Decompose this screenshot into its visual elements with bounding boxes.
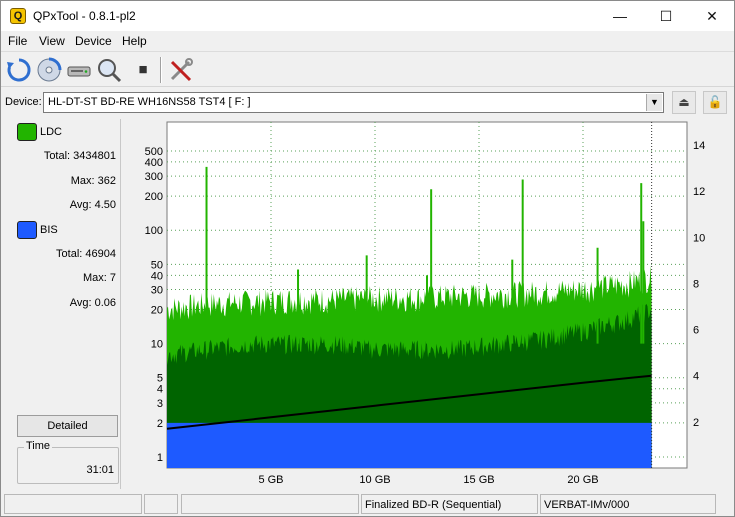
bis-max-label: Max:: [82, 272, 107, 284]
menu-device[interactable]: Device: [75, 34, 112, 48]
magnifier-disc-icon[interactable]: [95, 56, 123, 84]
y-left-tick-label: 3: [157, 398, 163, 410]
y-left-tick-label: 10: [151, 339, 163, 351]
y-left-tick-label: 500: [145, 146, 163, 158]
x-tick-label: 5 GB: [258, 474, 283, 486]
bis-avg-value: 0.06: [94, 297, 116, 309]
menu-file[interactable]: File: [8, 34, 27, 48]
time-value: 31:01: [86, 464, 114, 476]
device-select-value: HL-DT-ST BD-RE WH16NS58 TST4 [ F: ]: [48, 96, 251, 108]
scan-chart: 1 2 3 4 5 10 20 30 40 50 100 200 300 400 500 2 4 6 8 10 12 14…: [133, 119, 731, 489]
x-tick-label: 15 GB: [463, 474, 494, 486]
y-right-tick-label: 14: [693, 140, 705, 152]
device-label: Device:: [5, 96, 42, 108]
ldc-avg: Avg: 4.50: [70, 199, 116, 211]
status-pane-3: [181, 494, 359, 514]
title-bar: Q QPxTool - 0.8.1-pl2 — ☐ ✕: [1, 1, 734, 31]
status-pane-2: [144, 494, 178, 514]
x-tick-label: 20 GB: [567, 474, 598, 486]
status-bar: Finalized BD-R (Sequential) VERBAT-IMv/0…: [1, 492, 734, 516]
device-select[interactable]: HL-DT-ST BD-RE WH16NS58 TST4 [ F: ] ▼: [43, 92, 664, 113]
y-left-tick-label: 200: [145, 191, 163, 203]
ldc-legend-label: LDC: [40, 126, 63, 138]
y-left-tick-label: 1: [157, 452, 163, 464]
bis-avg-label: Avg:: [69, 297, 92, 309]
status-pane-1: [4, 494, 142, 514]
toolbar-separator: [160, 57, 162, 83]
toolbar: ■: [1, 53, 734, 87]
bis-legend-swatch: [17, 221, 37, 239]
stop-icon[interactable]: ■: [129, 56, 157, 84]
y-right-tick-label: 10: [693, 232, 705, 244]
y-right-tick-label: 12: [693, 186, 705, 198]
app-icon: Q: [10, 8, 26, 24]
y-right-tick-label: 4: [693, 371, 699, 383]
status-media-id: VERBAT-IMv/000: [540, 494, 716, 514]
menu-view[interactable]: View: [39, 34, 65, 48]
device-bar: Device: HL-DT-ST BD-RE WH16NS58 TST4 [ F…: [1, 89, 734, 116]
chevron-down-icon[interactable]: ▼: [646, 94, 662, 111]
y-left-tick-label: 30: [151, 285, 163, 297]
minimize-button[interactable]: —: [597, 1, 643, 31]
y-right-tick-label: 2: [693, 417, 699, 429]
bis-max: Max: 7: [83, 272, 116, 284]
bis-total-value: 46904: [85, 248, 116, 260]
stats-panel: LDC Total: 3434801 Max: 362 Avg: 4.50 BI…: [5, 119, 121, 489]
chart-svg: 1234510203040501002003004005002468101214…: [145, 121, 705, 486]
disc-scan-icon[interactable]: [35, 56, 63, 84]
y-left-tick-label: 5: [157, 373, 163, 385]
y-left-tick-label: 50: [151, 259, 163, 271]
app-window: Q QPxTool - 0.8.1-pl2 — ☐ ✕ File View De…: [0, 0, 735, 517]
menu-bar: File View Device Help: [1, 31, 734, 52]
bis-legend-label: BIS: [40, 224, 58, 236]
y-right-tick-label: 8: [693, 278, 699, 290]
bis-total-label: Total:: [56, 248, 83, 260]
ldc-avg-label: Avg:: [69, 199, 92, 211]
series-area-bis-2: [167, 422, 652, 468]
drive-icon[interactable]: [65, 56, 93, 84]
ldc-total-label: Total:: [43, 150, 71, 162]
ldc-legend-swatch: [17, 123, 37, 141]
lock-icon[interactable]: 🔓: [703, 91, 727, 114]
close-button[interactable]: ✕: [689, 1, 735, 31]
y-left-tick-label: 2: [157, 418, 163, 430]
x-tick-label: 10 GB: [359, 474, 390, 486]
ldc-max: Max: 362: [71, 175, 116, 187]
status-disc-type: Finalized BD-R (Sequential): [361, 494, 538, 514]
ldc-total-value: 3434801: [73, 150, 116, 162]
window-title: QPxTool - 0.8.1-pl2: [33, 9, 136, 23]
ldc-max-value: 362: [97, 175, 116, 187]
bis-total: Total: 46904: [56, 248, 116, 260]
menu-help[interactable]: Help: [122, 34, 147, 48]
tools-icon[interactable]: [167, 56, 195, 84]
bis-avg: Avg: 0.06: [70, 297, 116, 309]
time-group: Time 31:01: [17, 440, 119, 484]
ldc-max-label: Max:: [70, 175, 95, 187]
y-left-tick-label: 4: [157, 384, 163, 396]
ldc-avg-value: 4.50: [94, 199, 116, 211]
ldc-total: Total: 3434801: [44, 150, 116, 162]
refresh-icon[interactable]: [5, 56, 33, 84]
y-left-tick-label: 20: [151, 304, 163, 316]
time-label: Time: [24, 440, 53, 452]
y-right-tick-label: 6: [693, 325, 699, 337]
y-left-tick-label: 100: [145, 225, 163, 237]
maximize-button[interactable]: ☐: [643, 1, 689, 31]
y-left-tick-label: 40: [151, 270, 163, 282]
eject-button[interactable]: ⏏: [672, 91, 696, 114]
y-left-tick-label: 300: [145, 171, 163, 183]
y-left-tick-label: 400: [145, 157, 163, 169]
detailed-button[interactable]: Detailed: [17, 415, 118, 437]
bis-max-value: 7: [109, 272, 116, 284]
